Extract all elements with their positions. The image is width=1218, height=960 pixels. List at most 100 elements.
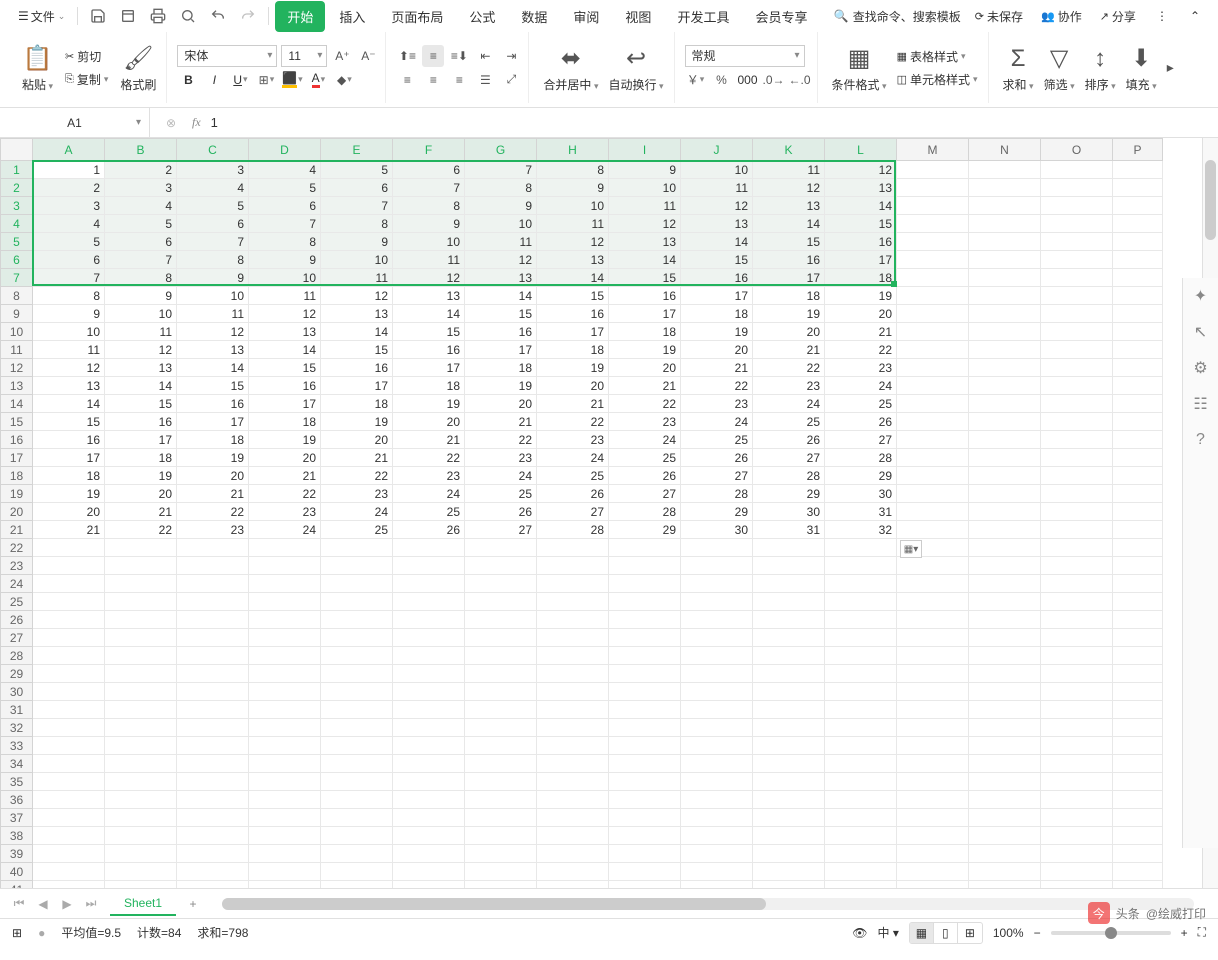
cell[interactable] (249, 701, 321, 719)
cell[interactable]: 27 (825, 431, 897, 449)
cell[interactable] (1113, 305, 1163, 323)
cell[interactable] (825, 827, 897, 845)
cell[interactable] (969, 755, 1041, 773)
cell[interactable]: 23 (753, 377, 825, 395)
cell[interactable]: 10 (33, 323, 105, 341)
cell[interactable]: 6 (249, 197, 321, 215)
cell[interactable]: 16 (33, 431, 105, 449)
cell[interactable] (321, 845, 393, 863)
cell[interactable]: 10 (537, 197, 609, 215)
row-header[interactable]: 39 (1, 845, 33, 863)
cell[interactable] (897, 521, 969, 539)
cell[interactable] (249, 593, 321, 611)
cell[interactable] (969, 305, 1041, 323)
cell[interactable] (537, 539, 609, 557)
zoom-in-icon[interactable]: + (1181, 926, 1188, 940)
row-header[interactable]: 2 (1, 179, 33, 197)
cell[interactable] (321, 773, 393, 791)
cell[interactable] (897, 161, 969, 179)
row-header[interactable]: 14 (1, 395, 33, 413)
cell[interactable] (825, 719, 897, 737)
row-header[interactable]: 20 (1, 503, 33, 521)
cell[interactable]: 16 (321, 359, 393, 377)
cell[interactable] (825, 665, 897, 683)
cell[interactable] (1041, 233, 1113, 251)
cell[interactable]: 25 (465, 485, 537, 503)
cell[interactable] (897, 467, 969, 485)
col-header[interactable]: H (537, 139, 609, 161)
row-header[interactable]: 17 (1, 449, 33, 467)
cell[interactable] (1041, 305, 1113, 323)
more-icon[interactable]: ⋮ (1150, 5, 1174, 27)
row-header[interactable]: 34 (1, 755, 33, 773)
cell[interactable] (1041, 431, 1113, 449)
cell[interactable] (969, 431, 1041, 449)
cell[interactable]: 28 (609, 503, 681, 521)
cell[interactable] (969, 881, 1041, 889)
cell[interactable]: 11 (249, 287, 321, 305)
cell[interactable] (465, 755, 537, 773)
cell[interactable] (537, 827, 609, 845)
cell[interactable]: 17 (825, 251, 897, 269)
cell[interactable] (969, 773, 1041, 791)
cell[interactable] (537, 791, 609, 809)
row-header[interactable]: 19 (1, 485, 33, 503)
name-box[interactable] (0, 108, 150, 138)
cell[interactable] (249, 611, 321, 629)
cell[interactable] (609, 683, 681, 701)
cell[interactable] (1113, 449, 1163, 467)
cell[interactable] (321, 683, 393, 701)
cell[interactable] (1041, 341, 1113, 359)
cell[interactable] (1041, 485, 1113, 503)
cell[interactable]: 8 (33, 287, 105, 305)
cell[interactable] (33, 683, 105, 701)
cell[interactable]: 10 (465, 215, 537, 233)
cell[interactable] (465, 611, 537, 629)
cell[interactable] (825, 773, 897, 791)
fx-icon[interactable]: fx (192, 115, 201, 130)
cell[interactable] (897, 287, 969, 305)
cell[interactable] (825, 683, 897, 701)
cell[interactable]: 19 (681, 323, 753, 341)
cell[interactable] (537, 683, 609, 701)
cell[interactable]: 11 (753, 161, 825, 179)
cell[interactable]: 29 (753, 485, 825, 503)
cell[interactable]: 21 (177, 485, 249, 503)
cell[interactable] (177, 629, 249, 647)
cell[interactable]: 28 (537, 521, 609, 539)
cell[interactable] (465, 683, 537, 701)
row-header[interactable]: 27 (1, 629, 33, 647)
cell[interactable]: 17 (465, 341, 537, 359)
cell[interactable] (825, 701, 897, 719)
cell[interactable] (897, 431, 969, 449)
cell[interactable] (897, 557, 969, 575)
sp-property-icon[interactable]: ☷ (1191, 394, 1211, 414)
cancel-fx-icon[interactable]: ⊗ (160, 112, 182, 134)
cell[interactable] (681, 827, 753, 845)
cell[interactable]: 20 (177, 467, 249, 485)
cell[interactable] (1041, 215, 1113, 233)
cell[interactable] (177, 827, 249, 845)
cell[interactable] (1113, 269, 1163, 287)
cell[interactable] (249, 575, 321, 593)
cell[interactable]: 9 (105, 287, 177, 305)
cell[interactable]: 16 (609, 287, 681, 305)
cell[interactable] (177, 809, 249, 827)
cell[interactable] (1041, 881, 1113, 889)
cell[interactable] (1113, 161, 1163, 179)
select-all-corner[interactable] (1, 139, 33, 161)
cell[interactable] (825, 647, 897, 665)
cell[interactable] (393, 593, 465, 611)
cell[interactable] (465, 881, 537, 889)
cell[interactable] (1113, 215, 1163, 233)
cell[interactable]: 14 (825, 197, 897, 215)
cell[interactable]: 11 (105, 323, 177, 341)
cell[interactable] (969, 413, 1041, 431)
col-header[interactable]: A (33, 139, 105, 161)
cell[interactable] (897, 665, 969, 683)
coop-button[interactable]: 👥 协作 (1037, 6, 1086, 27)
cell[interactable] (897, 215, 969, 233)
cell[interactable] (897, 755, 969, 773)
cell[interactable] (465, 557, 537, 575)
row-header[interactable]: 31 (1, 701, 33, 719)
